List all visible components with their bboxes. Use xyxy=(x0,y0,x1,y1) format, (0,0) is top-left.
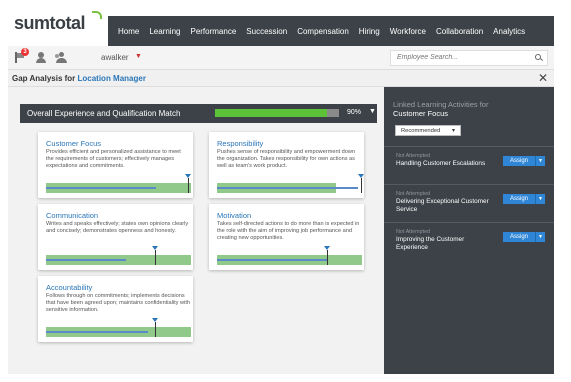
learning-activities-panel: Linked Learning Activities for Customer … xyxy=(384,87,554,374)
activity-status: Not Attempted xyxy=(396,191,431,197)
assign-label: Assign xyxy=(510,195,529,202)
nav-workforce[interactable]: Workforce xyxy=(385,27,431,36)
activity-name[interactable]: Handling Customer Escalations xyxy=(396,160,496,168)
activity-item: Not Attempted Delivering Exceptional Cus… xyxy=(384,184,554,222)
nav-hiring[interactable]: Hiring xyxy=(354,27,385,36)
page-title-prefix: Gap Analysis for xyxy=(12,74,78,83)
page-title-role: Location Manager xyxy=(77,74,146,83)
activity-filter-value: Recommended xyxy=(401,128,441,134)
competency-description: Provides efficient and personalized assi… xyxy=(46,149,181,169)
competency-description: Takes self-directed actions to do more t… xyxy=(217,221,360,241)
chevron-down-icon[interactable]: ▼ xyxy=(135,53,142,60)
meter-target-line xyxy=(327,250,329,265)
competency-title[interactable]: Accountability xyxy=(46,283,92,292)
competency-title[interactable]: Motivation xyxy=(217,211,251,220)
activity-name[interactable]: Improving the Customer Experience xyxy=(396,236,496,252)
meter-target-line xyxy=(154,250,156,265)
page-title: Gap Analysis for Location Manager xyxy=(12,74,146,83)
competency-description: Writes and speaks effectively; states ow… xyxy=(46,221,189,234)
meter-marker-icon xyxy=(357,174,364,178)
activity-item: Not Attempted Handling Customer Escalati… xyxy=(384,146,554,184)
competency-description: Follows through on commitments; implemen… xyxy=(46,293,190,313)
team-icon[interactable] xyxy=(55,52,67,63)
assign-label: Assign xyxy=(510,233,529,240)
competency-title[interactable]: Communication xyxy=(46,211,98,220)
overall-match-title: Overall Experience and Qualification Mat… xyxy=(27,109,181,118)
competency-title[interactable]: Responsibility xyxy=(217,139,263,148)
chevron-down-icon: ▾ xyxy=(451,128,455,134)
assign-button[interactable]: Assign ▼ xyxy=(503,156,545,166)
competency-card[interactable]: Motivation Takes self-directed actions t… xyxy=(209,204,364,270)
user-bar: 3 awalker ▼ xyxy=(8,46,554,70)
nav-collaboration[interactable]: Collaboration xyxy=(431,27,488,36)
close-icon[interactable]: ✕ xyxy=(538,71,548,85)
sumtotal-logo[interactable]: sumtotal xyxy=(14,13,86,34)
panel-heading-label: Linked Learning Activities for xyxy=(393,100,489,109)
activity-status: Not Attempted xyxy=(396,229,431,235)
competency-card[interactable]: Responsibility Pushes sense of responsib… xyxy=(209,132,364,198)
meter-current-level xyxy=(46,187,157,189)
employee-search-input[interactable] xyxy=(397,54,517,61)
nav-home[interactable]: Home xyxy=(108,27,144,36)
overall-match-header[interactable]: Overall Experience and Qualification Mat… xyxy=(20,104,377,123)
activity-filter-select[interactable]: Recommended ▾ xyxy=(395,125,461,136)
nav-performance[interactable]: Performance xyxy=(185,27,241,36)
assign-label: Assign xyxy=(510,157,529,164)
assign-button[interactable]: Assign ▼ xyxy=(503,232,545,242)
meter-current-level xyxy=(217,259,328,261)
meter-target-line xyxy=(188,178,190,193)
app-window: sumtotal Home Learning Performance Succe… xyxy=(8,8,554,374)
competency-card[interactable]: Communication Writes and speaks effectiv… xyxy=(38,204,193,270)
meter-marker-icon xyxy=(151,318,158,322)
nav-compensation[interactable]: Compensation xyxy=(292,27,354,36)
nav-analytics[interactable]: Analytics xyxy=(488,27,530,36)
panel-heading: Linked Learning Activities for Customer … xyxy=(393,100,488,118)
overall-match-bar xyxy=(215,109,339,117)
competency-description: Pushes sense of responsibility and empow… xyxy=(217,149,356,169)
competency-meter xyxy=(217,246,362,265)
chevron-down-icon[interactable]: ▼ xyxy=(369,108,376,115)
meter-marker-icon xyxy=(185,174,192,178)
chevron-down-icon[interactable]: ▼ xyxy=(535,232,545,242)
meter-target-line xyxy=(154,322,156,337)
search-icon[interactable] xyxy=(535,54,544,62)
overall-match-fill xyxy=(215,109,327,117)
activity-item: Not Attempted Improving the Customer Exp… xyxy=(384,222,554,260)
competency-card[interactable]: Customer Focus Provides efficient and pe… xyxy=(38,132,193,198)
meter-marker-icon xyxy=(324,246,331,250)
chevron-down-icon[interactable]: ▼ xyxy=(535,194,545,204)
gap-analysis-main: Overall Experience and Qualification Mat… xyxy=(8,87,384,374)
competency-card[interactable]: Accountability Follows through on commit… xyxy=(38,276,193,342)
chevron-down-icon[interactable]: ▼ xyxy=(535,156,545,166)
competency-meter xyxy=(217,174,364,193)
meter-current-level xyxy=(217,187,358,189)
meter-current-level xyxy=(46,259,126,261)
meter-current-level xyxy=(46,331,148,333)
main-nav: Home Learning Performance Succession Com… xyxy=(108,16,554,46)
competency-meter xyxy=(46,246,191,265)
activity-name[interactable]: Delivering Exceptional Customer Service xyxy=(396,198,496,214)
competency-meter xyxy=(46,174,192,193)
notification-badge: 3 xyxy=(21,48,29,56)
meter-target-line xyxy=(360,178,362,193)
username-menu[interactable]: awalker xyxy=(101,53,129,62)
assign-button[interactable]: Assign ▼ xyxy=(503,194,545,204)
profile-icon[interactable] xyxy=(35,52,47,63)
panel-heading-competency: Customer Focus xyxy=(393,109,449,118)
nav-learning[interactable]: Learning xyxy=(144,27,185,36)
page-title-bar: Gap Analysis for Location Manager ✕ xyxy=(8,70,554,87)
overall-match-percent: 90% xyxy=(347,109,362,116)
logo-mark-icon xyxy=(92,11,102,19)
competency-title[interactable]: Customer Focus xyxy=(46,139,101,148)
competency-meter xyxy=(46,318,191,337)
nav-succession[interactable]: Succession xyxy=(241,27,292,36)
activity-status: Not Attempted xyxy=(396,153,431,159)
meter-marker-icon xyxy=(151,246,158,250)
employee-search xyxy=(390,50,548,66)
top-bar: sumtotal Home Learning Performance Succe… xyxy=(8,8,554,46)
